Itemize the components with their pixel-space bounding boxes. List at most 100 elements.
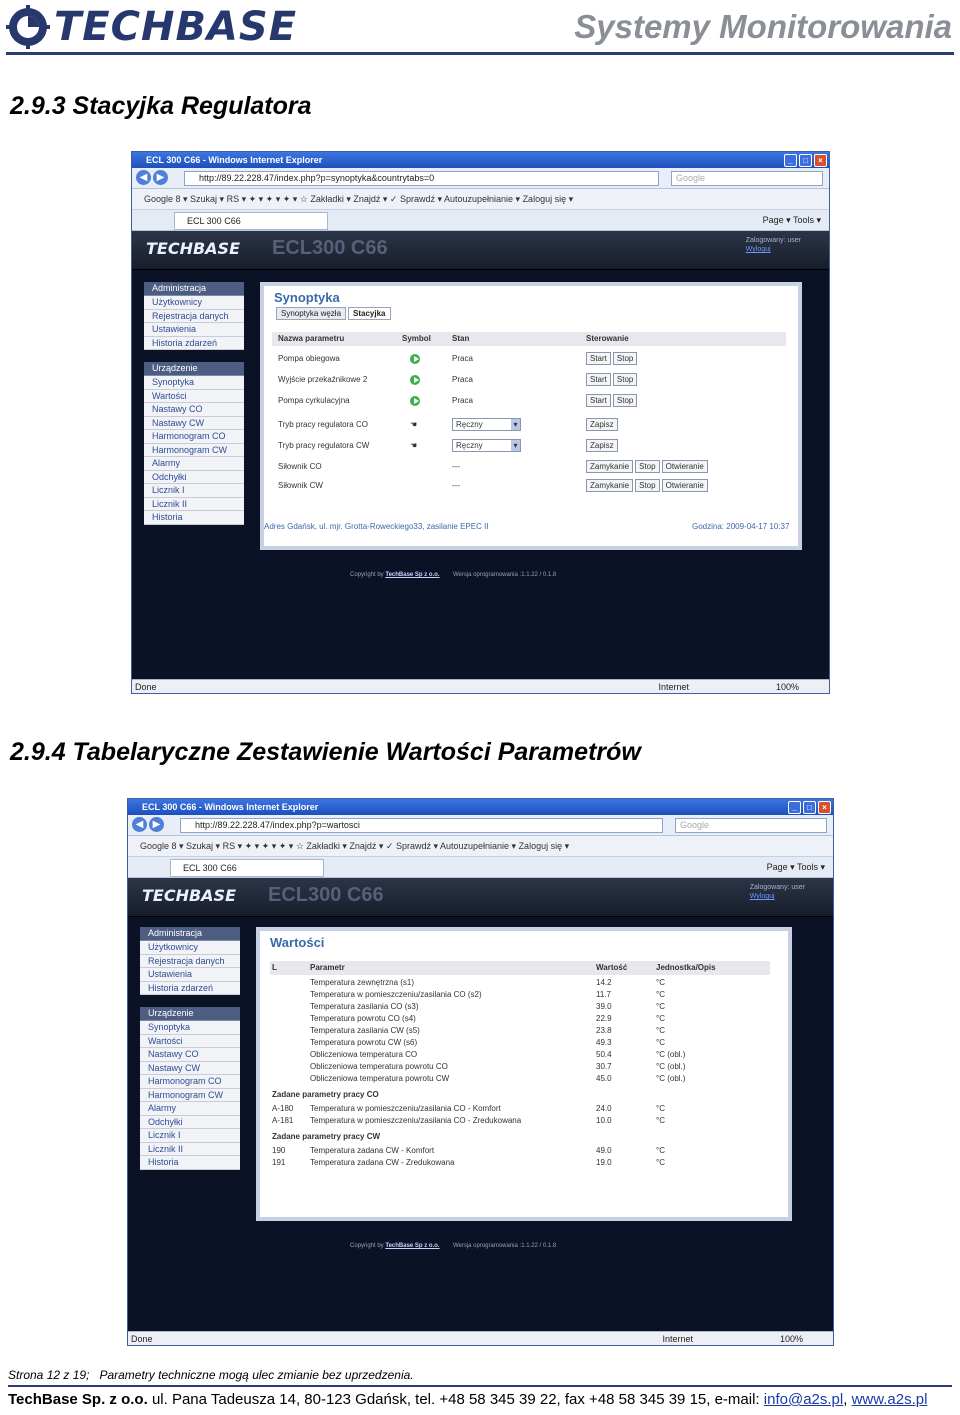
row-value: 14.2 [596, 978, 612, 987]
url-field[interactable]: http://89.22.228.47/index.php?p=wartosci [180, 818, 663, 833]
sidebar-item-ustawienia[interactable]: Ustawienia [140, 968, 240, 982]
table-row: Obliczeniowa temperatura CO 50.4 °C (obl.) [270, 1049, 770, 1061]
sidebar-item-wartosci[interactable]: Wartości [140, 1034, 240, 1048]
close-icon[interactable]: × [814, 154, 827, 167]
mode-row: Tryb pracy regulatora CW ☚ Ręczny Zapisz [272, 439, 786, 453]
browser-tab[interactable]: ECL 300 C66 [170, 859, 324, 877]
header-symbol: Symbol [402, 334, 431, 343]
menu-spacer [140, 995, 240, 1007]
minimize-icon[interactable]: _ [784, 154, 797, 167]
status-done: Done [131, 1334, 153, 1344]
maximize-icon[interactable]: □ [799, 154, 812, 167]
stop-button[interactable]: Stop [612, 394, 638, 408]
open-valve-button[interactable]: Otwieranie [661, 479, 708, 493]
sidebar-item-uzytkownicy[interactable]: Użytkownicy [144, 296, 244, 310]
copyright-line: Copyright by TechBase Sp z o.o. Wersja o… [350, 572, 556, 578]
close-icon[interactable]: × [818, 801, 831, 814]
search-field[interactable]: Google [675, 818, 827, 833]
start-button[interactable]: Start [586, 352, 611, 366]
footer-note-line: Strona 12 z 19; Parametry techniczne mog… [8, 1368, 952, 1382]
save-button[interactable]: Zapisz [586, 418, 618, 432]
open-valve-button[interactable]: Otwieranie [661, 460, 708, 474]
logout-link[interactable]: Wyloguj [750, 892, 805, 901]
google-toolbar[interactable]: Google 8 ▾ Szukaj ▾ RS ▾ ✦ ▾ ✦ ▾ ✦ ▾ ☆ Z… [128, 836, 833, 857]
command-bar[interactable]: Page ▾ Tools ▾ [767, 857, 825, 877]
status-zone: Internet [662, 1334, 693, 1344]
app-logo: TECHBASE [142, 886, 237, 905]
forward-icon[interactable]: ▶ [149, 817, 164, 832]
mode-select[interactable]: Ręczny [452, 439, 521, 453]
forward-icon[interactable]: ▶ [153, 170, 168, 185]
save-button[interactable]: Zapisz [586, 439, 618, 453]
sidebar-item-licznik-ii[interactable]: Licznik II [140, 1142, 240, 1156]
sidebar-item-synoptyka[interactable]: Synoptyka [144, 376, 244, 390]
google-toolbar[interactable]: Google 8 ▾ Szukaj ▾ RS ▾ ✦ ▾ ✦ ▾ ✦ ▾ ☆ Z… [132, 189, 829, 210]
logout-link[interactable]: Wyloguj [746, 245, 801, 254]
sidebar-item-nastawy-co[interactable]: Nastawy CO [140, 1048, 240, 1062]
mode-select[interactable]: Ręczny [452, 418, 521, 432]
maximize-icon[interactable]: □ [803, 801, 816, 814]
tab-synoptyka-wezla[interactable]: Synoptyka węzła [276, 307, 347, 320]
sidebar-item-historia[interactable]: Historia [140, 1156, 240, 1170]
pump-row: Wyjście przekaźnikowe 2 Praca Start Stop [272, 373, 786, 387]
param-state: --- [452, 462, 460, 471]
sidebar-item-nastawy-cw[interactable]: Nastawy CW [144, 416, 244, 430]
window-controls: _ □ × [788, 801, 831, 814]
stop-button[interactable]: Stop [635, 479, 660, 493]
sidebar-item-historia[interactable]: Historia [144, 511, 244, 525]
copyright-company-link[interactable]: TechBase Sp z o.o. [385, 1243, 439, 1249]
sidebar-item-odchylki[interactable]: Odchyłki [140, 1115, 240, 1129]
row-value: 50.4 [596, 1050, 612, 1059]
stop-button[interactable]: Stop [612, 352, 638, 366]
footer-email-link[interactable]: info@a2s.pl [764, 1391, 843, 1408]
close-valve-button[interactable]: Zamykanie [586, 479, 634, 493]
stop-button[interactable]: Stop [635, 460, 660, 474]
copyright-line: Copyright by TechBase Sp z o.o. Wersja o… [350, 1243, 556, 1249]
sidebar-item-licznik-ii[interactable]: Licznik II [144, 497, 244, 511]
param-name: Pompa obiegowa [278, 354, 340, 363]
tab-stacyjka[interactable]: Stacyjka [348, 307, 391, 320]
sidebar-item-harmonogram-cw[interactable]: Harmonogram CW [144, 443, 244, 457]
sidebar-item-licznik-i[interactable]: Licznik I [144, 484, 244, 498]
close-valve-button[interactable]: Zamykanie [586, 460, 634, 474]
sidebar-item-alarmy[interactable]: Alarmy [140, 1102, 240, 1116]
sidebar-item-rejestracja-danych[interactable]: Rejestracja danych [144, 309, 244, 323]
row-value: 30.7 [596, 1062, 612, 1071]
footer-web-link[interactable]: www.a2s.pl [852, 1391, 928, 1408]
url-field[interactable]: http://89.22.228.47/index.php?p=synoptyk… [184, 171, 659, 186]
param-name: Wyjście przekaźnikowe 2 [278, 375, 368, 384]
sidebar-item-nastawy-co[interactable]: Nastawy CO [144, 403, 244, 417]
menu-header-device: Urządzenie [140, 1007, 240, 1021]
sidebar-item-odchylki[interactable]: Odchyłki [144, 470, 244, 484]
sidebar-item-harmonogram-co[interactable]: Harmonogram CO [144, 430, 244, 444]
start-button[interactable]: Start [586, 373, 611, 387]
sidebar-item-ustawienia[interactable]: Ustawienia [144, 323, 244, 337]
search-field[interactable]: Google [671, 171, 823, 186]
browser-tab[interactable]: ECL 300 C66 [174, 212, 328, 230]
command-bar[interactable]: Page ▾ Tools ▾ [763, 210, 821, 230]
status-zoom[interactable]: 100% [780, 1332, 803, 1345]
sidebar-item-synoptyka[interactable]: Synoptyka [140, 1021, 240, 1035]
group-title: Zadane parametry pracy CO [272, 1090, 379, 1099]
minimize-icon[interactable]: _ [788, 801, 801, 814]
sidebar-item-nastawy-cw[interactable]: Nastawy CW [140, 1061, 240, 1075]
back-icon[interactable]: ◀ [136, 170, 151, 185]
row-parameter: Obliczeniowa temperatura powrotu CO [310, 1062, 448, 1071]
sidebar-item-harmonogram-co[interactable]: Harmonogram CO [140, 1075, 240, 1089]
start-button[interactable]: Start [586, 394, 611, 408]
panel-tabs: Synoptyka węzła Stacyjka [276, 307, 798, 320]
back-icon[interactable]: ◀ [132, 817, 147, 832]
sidebar-item-rejestracja-danych[interactable]: Rejestracja danych [140, 954, 240, 968]
sidebar-item-licznik-i[interactable]: Licznik I [140, 1129, 240, 1143]
copyright-company-link[interactable]: TechBase Sp z o.o. [385, 572, 439, 578]
header-rule [6, 52, 954, 55]
sidebar-item-alarmy[interactable]: Alarmy [144, 457, 244, 471]
stop-button[interactable]: Stop [612, 373, 638, 387]
sidebar-item-uzytkownicy[interactable]: Użytkownicy [140, 941, 240, 955]
sidebar-item-historia-zdarzen[interactable]: Historia zdarzeń [144, 336, 244, 350]
sidebar-item-harmonogram-cw[interactable]: Harmonogram CW [140, 1088, 240, 1102]
status-zoom[interactable]: 100% [776, 680, 799, 693]
sidebar-item-historia-zdarzen[interactable]: Historia zdarzeń [140, 981, 240, 995]
sidebar-item-wartosci[interactable]: Wartości [144, 389, 244, 403]
status-play-icon [410, 394, 420, 408]
